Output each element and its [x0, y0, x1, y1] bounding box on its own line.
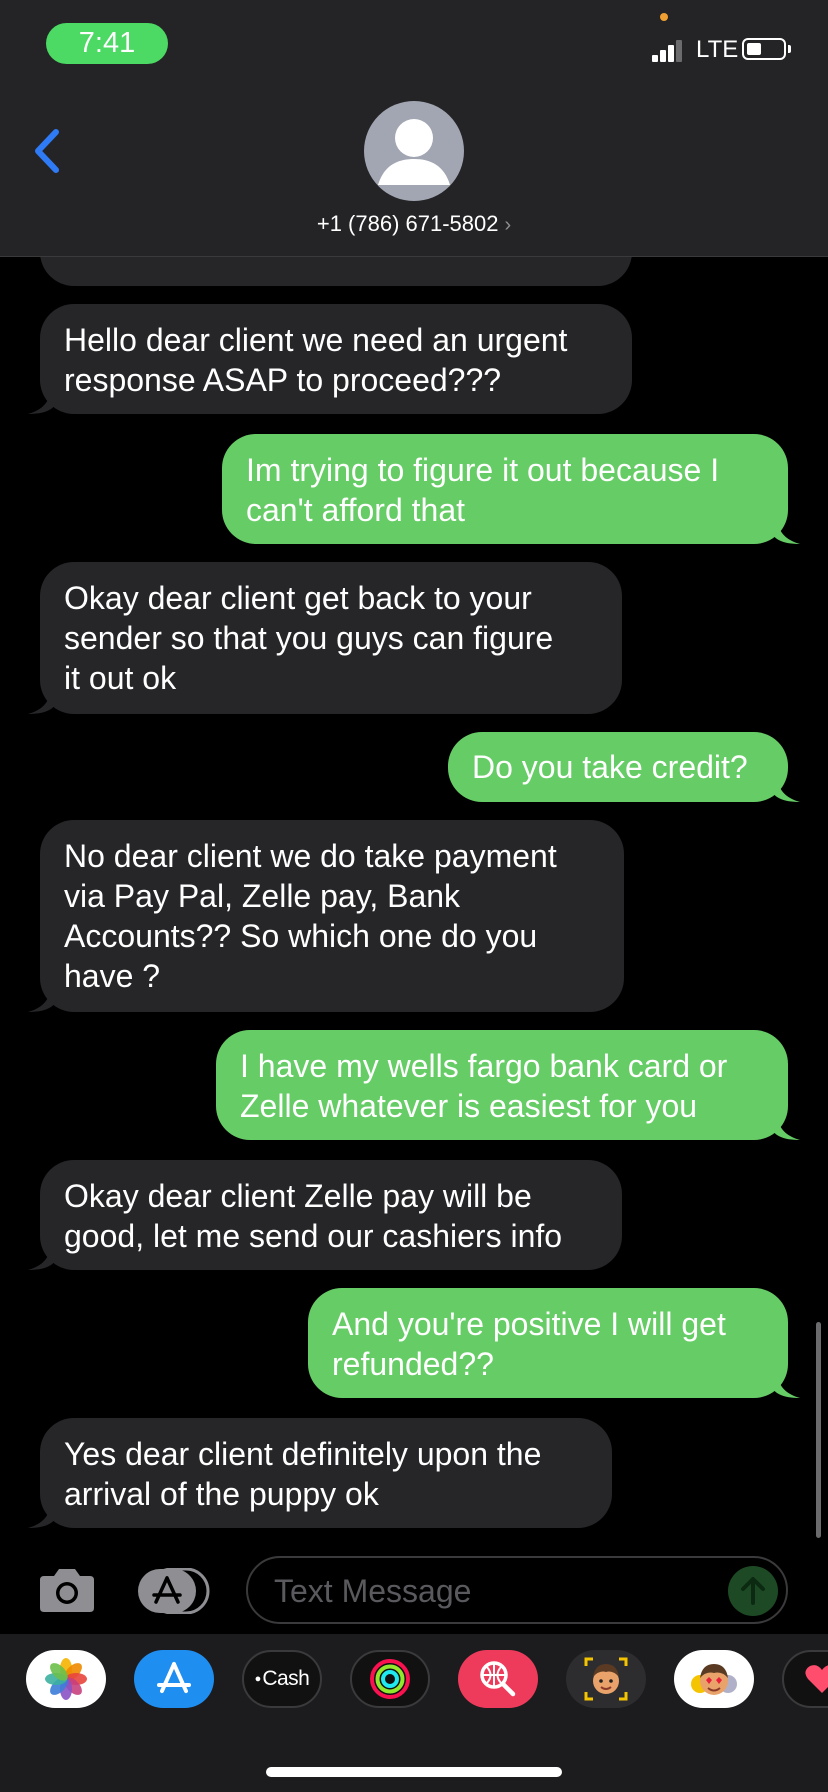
app-store-button-icon[interactable]	[138, 1568, 212, 1614]
contact-name[interactable]: +1 (786) 671-5802 ›	[0, 211, 828, 237]
arrow-up-icon	[741, 1577, 765, 1605]
message-bubble-incoming[interactable]: Okay dear client Zelle pay will be good,…	[40, 1160, 622, 1270]
apple-cash-label: Cash	[262, 1667, 310, 1690]
bubble-tail	[28, 690, 58, 714]
app-store-glyph	[157, 1662, 191, 1693]
message-bubble-outgoing[interactable]: Im trying to figure it out because I can…	[222, 434, 788, 544]
back-chevron-icon[interactable]	[30, 126, 70, 176]
message-bubble-outgoing[interactable]: And you're positive I will get refunded?…	[308, 1288, 788, 1398]
status-time[interactable]: 7:41	[46, 23, 168, 64]
camera-icon[interactable]	[36, 1566, 98, 1614]
bubble-tail	[28, 1246, 58, 1270]
activity-rings-icon	[370, 1659, 410, 1699]
message-input[interactable]: Text Message	[246, 1556, 788, 1624]
globe-search-icon	[480, 1661, 516, 1697]
memoji-stickers-glyph	[691, 1664, 737, 1695]
photos-app-icon[interactable]	[26, 1650, 106, 1708]
heart-touch-icon	[805, 1665, 828, 1693]
activity-icon[interactable]	[350, 1650, 430, 1708]
bubble-tail	[770, 778, 800, 802]
bubble-tail	[770, 520, 800, 544]
battery-icon	[742, 38, 786, 60]
chevron-right-icon: ›	[504, 214, 512, 236]
network-type: LTE	[696, 36, 739, 63]
message-input-placeholder: Text Message	[274, 1573, 472, 1609]
memoji-face-icon	[584, 1657, 628, 1701]
person-silhouette-icon	[378, 119, 450, 185]
message-bubble-incoming[interactable]: Okay dear client get back to your sender…	[40, 562, 622, 714]
privacy-indicator-dot	[660, 13, 668, 21]
contact-avatar[interactable]	[364, 101, 464, 201]
scroll-indicator[interactable]	[816, 1322, 821, 1538]
app-store-icon[interactable]	[134, 1650, 214, 1708]
message-bubble-incoming[interactable]: Hello dear client we need an urgent resp…	[40, 304, 632, 414]
home-indicator[interactable]	[266, 1767, 562, 1777]
message-bubble-incoming[interactable]: Yes dear client definitely upon the arri…	[40, 1418, 612, 1528]
bubble-tail	[770, 1374, 800, 1398]
contact-number: +1 (786) 671-5802	[316, 211, 499, 236]
bubble-tail	[28, 390, 58, 414]
digital-touch-icon[interactable]	[782, 1650, 828, 1708]
bubble-tail	[770, 1116, 800, 1140]
cellular-signal-icon	[652, 40, 682, 62]
bubble-tail	[28, 1504, 58, 1528]
memoji-icon[interactable]	[566, 1650, 646, 1708]
bubble-tail	[28, 988, 58, 1012]
apple-cash-icon[interactable]: ● Cash	[242, 1650, 322, 1708]
memoji-stickers-icon[interactable]	[674, 1650, 754, 1708]
conversation-header: 7:41 LTE +1 (786) 671-5802 ›	[0, 0, 828, 257]
battery-tip	[788, 45, 791, 53]
send-button[interactable]	[728, 1566, 778, 1616]
message-bubble-outgoing[interactable]: I have my wells fargo bank card or Zelle…	[216, 1030, 788, 1140]
message-bubble-incoming[interactable]: No dear client we do take payment via Pa…	[40, 820, 624, 1012]
message-bubble-outgoing[interactable]: Do you take credit?	[448, 732, 788, 802]
photos-flower-icon	[45, 1658, 87, 1700]
apple-cash-logo: ●	[254, 1673, 262, 1685]
image-search-icon[interactable]	[458, 1650, 538, 1708]
